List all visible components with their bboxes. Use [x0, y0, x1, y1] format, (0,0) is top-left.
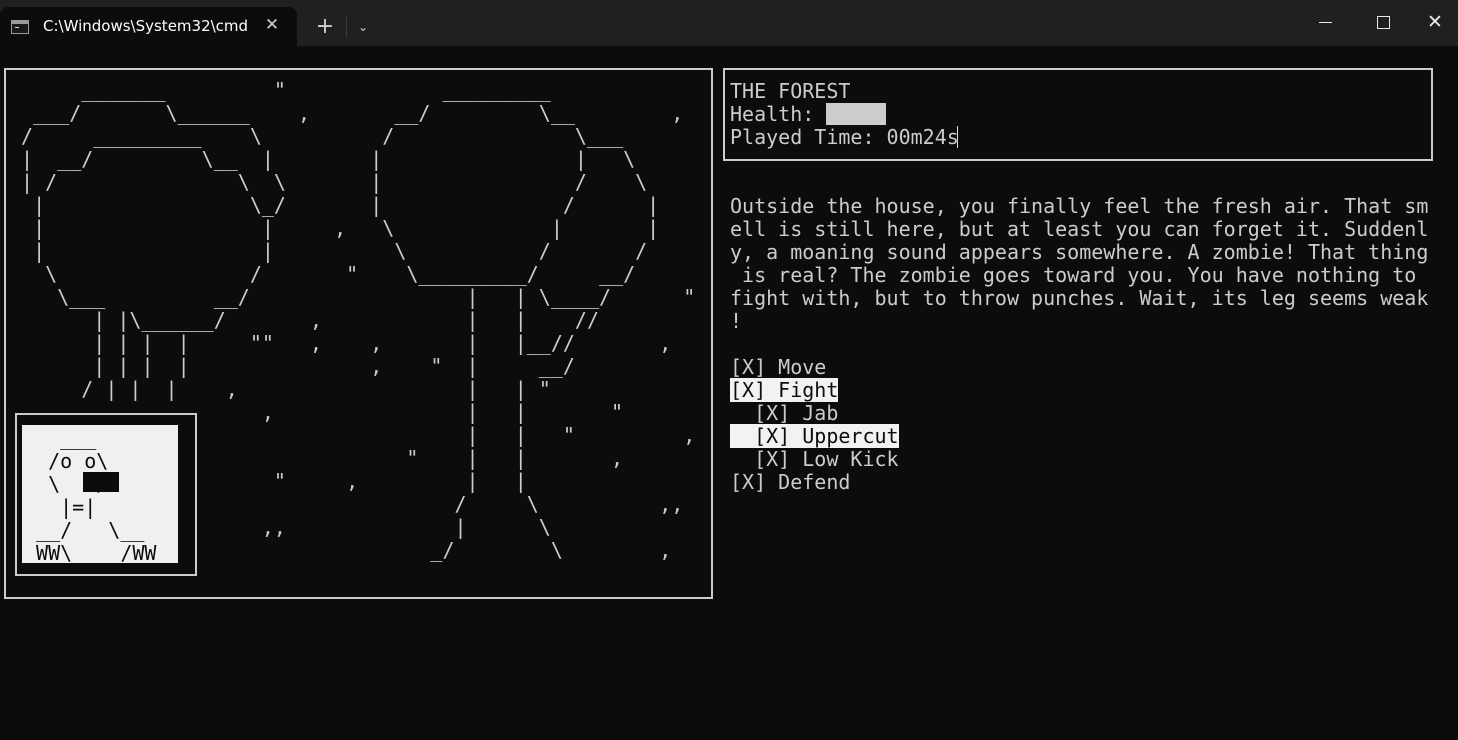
zombie-ascii-art: ___ /o o\ \ / |=| __/ \__ WW\ /WW	[36, 426, 157, 565]
title-bar: C:\Windows\System32\cmd.e ✕ + ⌄ ✕	[0, 0, 1458, 46]
tab-divider	[346, 16, 347, 38]
location-title: THE FOREST	[730, 79, 851, 103]
text-cursor	[957, 126, 958, 148]
close-window-button[interactable]: ✕	[1412, 0, 1458, 44]
minimize-icon	[1318, 22, 1332, 23]
chevron-down-icon[interactable]: ⌄	[353, 17, 373, 37]
terminal-icon	[11, 20, 29, 34]
menu-item-jab[interactable]: [X] Jab	[730, 402, 838, 425]
health-bar	[826, 103, 886, 125]
health-label: Health:	[730, 102, 827, 126]
menu-item-fight[interactable]: [X] Fight	[730, 378, 839, 402]
tab-cmd[interactable]: C:\Windows\System32\cmd.e ✕	[0, 7, 297, 46]
menu-item-uppercut[interactable]: [X] Uppercut	[730, 424, 899, 448]
menu-item-low-kick[interactable]: [X] Low Kick	[730, 448, 899, 471]
story-text: Outside the house, you finally feel the …	[730, 194, 1429, 333]
minimize-button[interactable]	[1296, 0, 1354, 44]
menu-item-move[interactable]: [X] Move	[730, 356, 826, 379]
close-tab-icon[interactable]: ✕	[262, 15, 282, 35]
tab-title: C:\Windows\System32\cmd.e	[43, 17, 248, 35]
new-tab-button[interactable]: +	[313, 15, 337, 39]
maximize-button[interactable]	[1354, 0, 1412, 44]
zombie-mouth	[83, 472, 119, 492]
menu-item-defend[interactable]: [X] Defend	[730, 471, 850, 494]
played-time: Played Time: 00m24s	[730, 125, 959, 149]
maximize-icon	[1376, 16, 1390, 29]
